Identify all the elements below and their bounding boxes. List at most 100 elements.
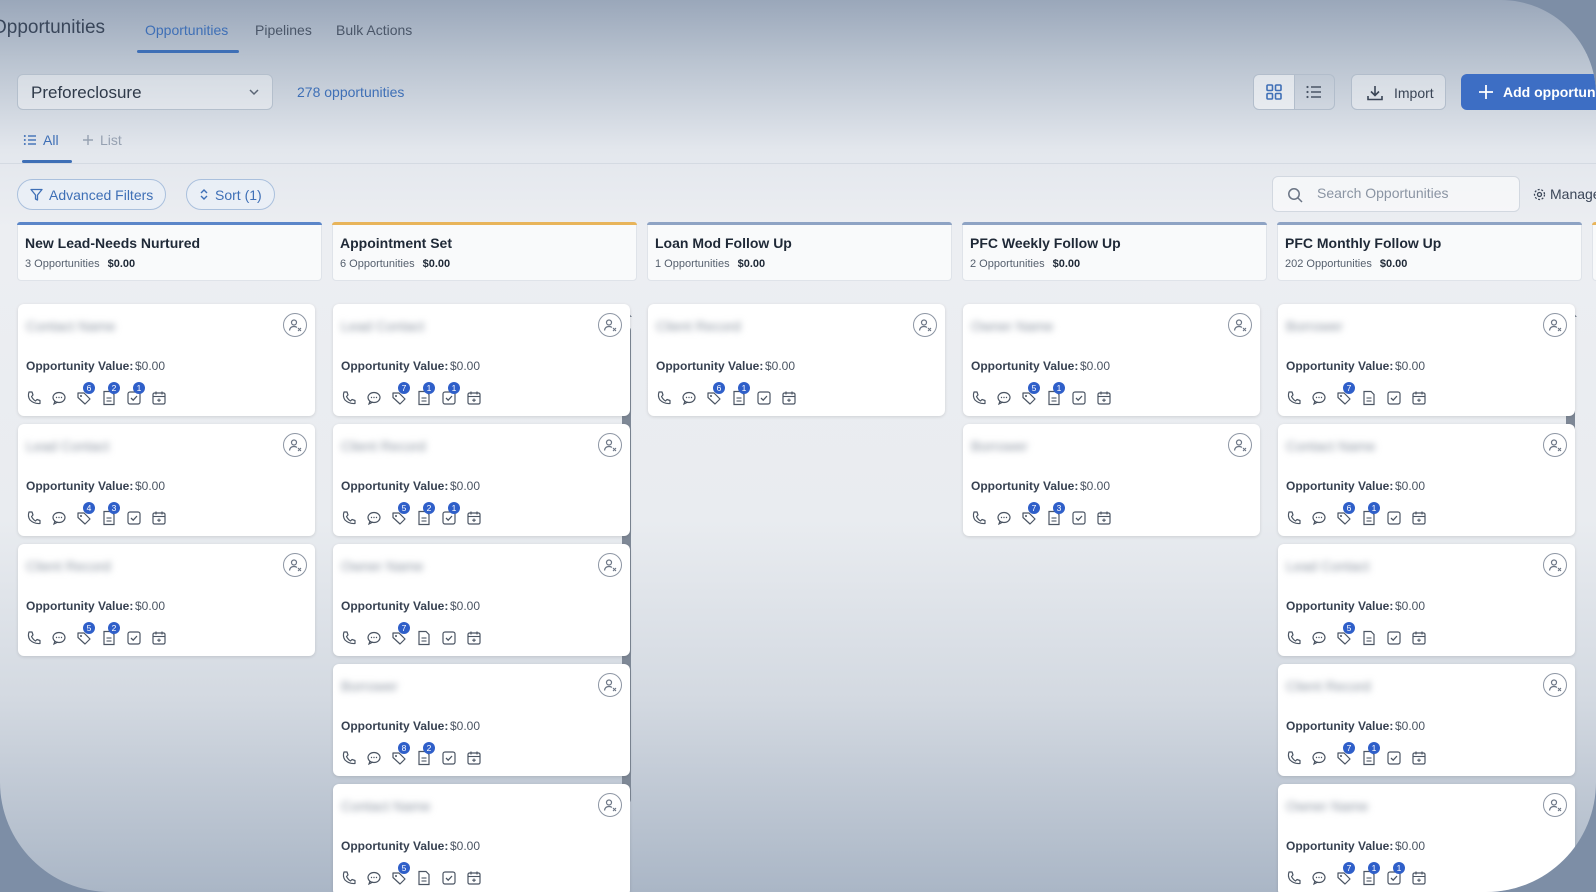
opportunity-card[interactable]: Client Record Opportunity Value: $0.00 5 2 (18, 544, 315, 656)
assign-user-icon[interactable] (283, 313, 307, 337)
opportunity-card[interactable]: Lead Contact Opportunity Value: $0.00 4 3 (18, 424, 315, 536)
task-icon[interactable]: 1 (1386, 862, 1405, 886)
task-icon[interactable] (441, 870, 457, 886)
tag-icon[interactable]: 7 (1336, 862, 1355, 886)
calendar-icon[interactable] (151, 630, 167, 646)
assign-user-icon[interactable] (283, 553, 307, 577)
add-smart-list[interactable]: List (82, 132, 122, 148)
chat-icon[interactable] (1311, 630, 1327, 646)
tag-icon[interactable]: 7 (391, 382, 410, 406)
list-view-button[interactable] (1295, 75, 1335, 109)
notes-icon[interactable]: 2 (416, 742, 435, 766)
calendar-icon[interactable] (1411, 510, 1427, 526)
calendar-icon[interactable] (1411, 870, 1427, 886)
chat-icon[interactable] (366, 750, 382, 766)
tag-icon[interactable]: 7 (1021, 502, 1040, 526)
notes-icon[interactable] (1361, 630, 1377, 646)
phone-icon[interactable] (971, 390, 987, 406)
phone-icon[interactable] (341, 390, 357, 406)
opportunity-card[interactable]: Client Record Opportunity Value: $0.00 7 1 (1278, 664, 1575, 776)
import-button[interactable]: Import (1351, 74, 1446, 110)
opportunity-card[interactable]: Owner Name Opportunity Value: $0.00 7 1 1 (1278, 784, 1575, 892)
chat-icon[interactable] (51, 630, 67, 646)
tag-icon[interactable]: 5 (76, 622, 95, 646)
manage-fields-button[interactable]: Manage (1533, 186, 1596, 202)
calendar-icon[interactable] (151, 510, 167, 526)
grid-view-button[interactable] (1254, 75, 1295, 109)
notes-icon[interactable]: 1 (1046, 382, 1065, 406)
phone-icon[interactable] (971, 510, 987, 526)
notes-icon[interactable] (416, 630, 432, 646)
chat-icon[interactable] (366, 630, 382, 646)
tag-icon[interactable]: 6 (76, 382, 95, 406)
notes-icon[interactable]: 3 (101, 502, 120, 526)
smart-list-all[interactable]: All (23, 132, 59, 148)
task-icon[interactable]: 1 (441, 502, 460, 526)
pipeline-select[interactable]: Preforeclosure (17, 74, 273, 110)
task-icon[interactable] (1386, 390, 1402, 406)
notes-icon[interactable]: 2 (101, 622, 120, 646)
task-icon[interactable] (1386, 630, 1402, 646)
calendar-icon[interactable] (1411, 630, 1427, 646)
task-icon[interactable]: 1 (126, 382, 145, 406)
notes-icon[interactable]: 1 (1361, 862, 1380, 886)
chat-icon[interactable] (681, 390, 697, 406)
calendar-icon[interactable] (781, 390, 797, 406)
assign-user-icon[interactable] (1228, 433, 1252, 457)
tab-pipelines[interactable]: Pipelines (255, 22, 312, 38)
assign-user-icon[interactable] (598, 793, 622, 817)
notes-icon[interactable]: 1 (1361, 502, 1380, 526)
phone-icon[interactable] (341, 630, 357, 646)
assign-user-icon[interactable] (1543, 673, 1567, 697)
phone-icon[interactable] (1286, 630, 1302, 646)
tag-icon[interactable]: 4 (76, 502, 95, 526)
opportunity-card[interactable]: Contact Name Opportunity Value: $0.00 6 2 1 (18, 304, 315, 416)
tag-icon[interactable]: 5 (391, 502, 410, 526)
calendar-icon[interactable] (466, 630, 482, 646)
assign-user-icon[interactable] (598, 673, 622, 697)
tag-icon[interactable]: 7 (1336, 742, 1355, 766)
calendar-icon[interactable] (151, 390, 167, 406)
notes-icon[interactable]: 1 (731, 382, 750, 406)
opportunity-card[interactable]: Borrower Opportunity Value: $0.00 7 (1278, 304, 1575, 416)
sort-button[interactable]: Sort (1) (186, 179, 275, 210)
phone-icon[interactable] (341, 870, 357, 886)
tag-icon[interactable]: 5 (1021, 382, 1040, 406)
task-icon[interactable] (1071, 510, 1087, 526)
tab-bulk-actions[interactable]: Bulk Actions (336, 22, 412, 38)
task-icon[interactable] (441, 750, 457, 766)
notes-icon[interactable]: 1 (1361, 742, 1380, 766)
assign-user-icon[interactable] (1543, 793, 1567, 817)
notes-icon[interactable] (416, 870, 432, 886)
opportunity-card[interactable]: Borrower Opportunity Value: $0.00 7 3 (963, 424, 1260, 536)
phone-icon[interactable] (656, 390, 672, 406)
calendar-icon[interactable] (1096, 390, 1112, 406)
calendar-icon[interactable] (466, 390, 482, 406)
phone-icon[interactable] (26, 390, 42, 406)
tag-icon[interactable]: 6 (1336, 502, 1355, 526)
phone-icon[interactable] (1286, 750, 1302, 766)
assign-user-icon[interactable] (1543, 433, 1567, 457)
chat-icon[interactable] (1311, 750, 1327, 766)
calendar-icon[interactable] (1411, 750, 1427, 766)
chat-icon[interactable] (1311, 870, 1327, 886)
calendar-icon[interactable] (466, 750, 482, 766)
phone-icon[interactable] (26, 630, 42, 646)
opportunity-card[interactable]: Contact Name Opportunity Value: $0.00 5 (333, 784, 630, 892)
task-icon[interactable] (756, 390, 772, 406)
chat-icon[interactable] (996, 390, 1012, 406)
search-input[interactable] (1317, 185, 1507, 201)
notes-icon[interactable]: 3 (1046, 502, 1065, 526)
task-icon[interactable] (1386, 510, 1402, 526)
calendar-icon[interactable] (1411, 390, 1427, 406)
tag-icon[interactable]: 7 (391, 622, 410, 646)
phone-icon[interactable] (1286, 510, 1302, 526)
assign-user-icon[interactable] (1543, 553, 1567, 577)
chat-icon[interactable] (366, 390, 382, 406)
notes-icon[interactable] (1361, 390, 1377, 406)
phone-icon[interactable] (341, 750, 357, 766)
opportunity-card[interactable]: Lead Contact Opportunity Value: $0.00 7 1 1 (333, 304, 630, 416)
chat-icon[interactable] (366, 870, 382, 886)
assign-user-icon[interactable] (1228, 313, 1252, 337)
phone-icon[interactable] (26, 510, 42, 526)
